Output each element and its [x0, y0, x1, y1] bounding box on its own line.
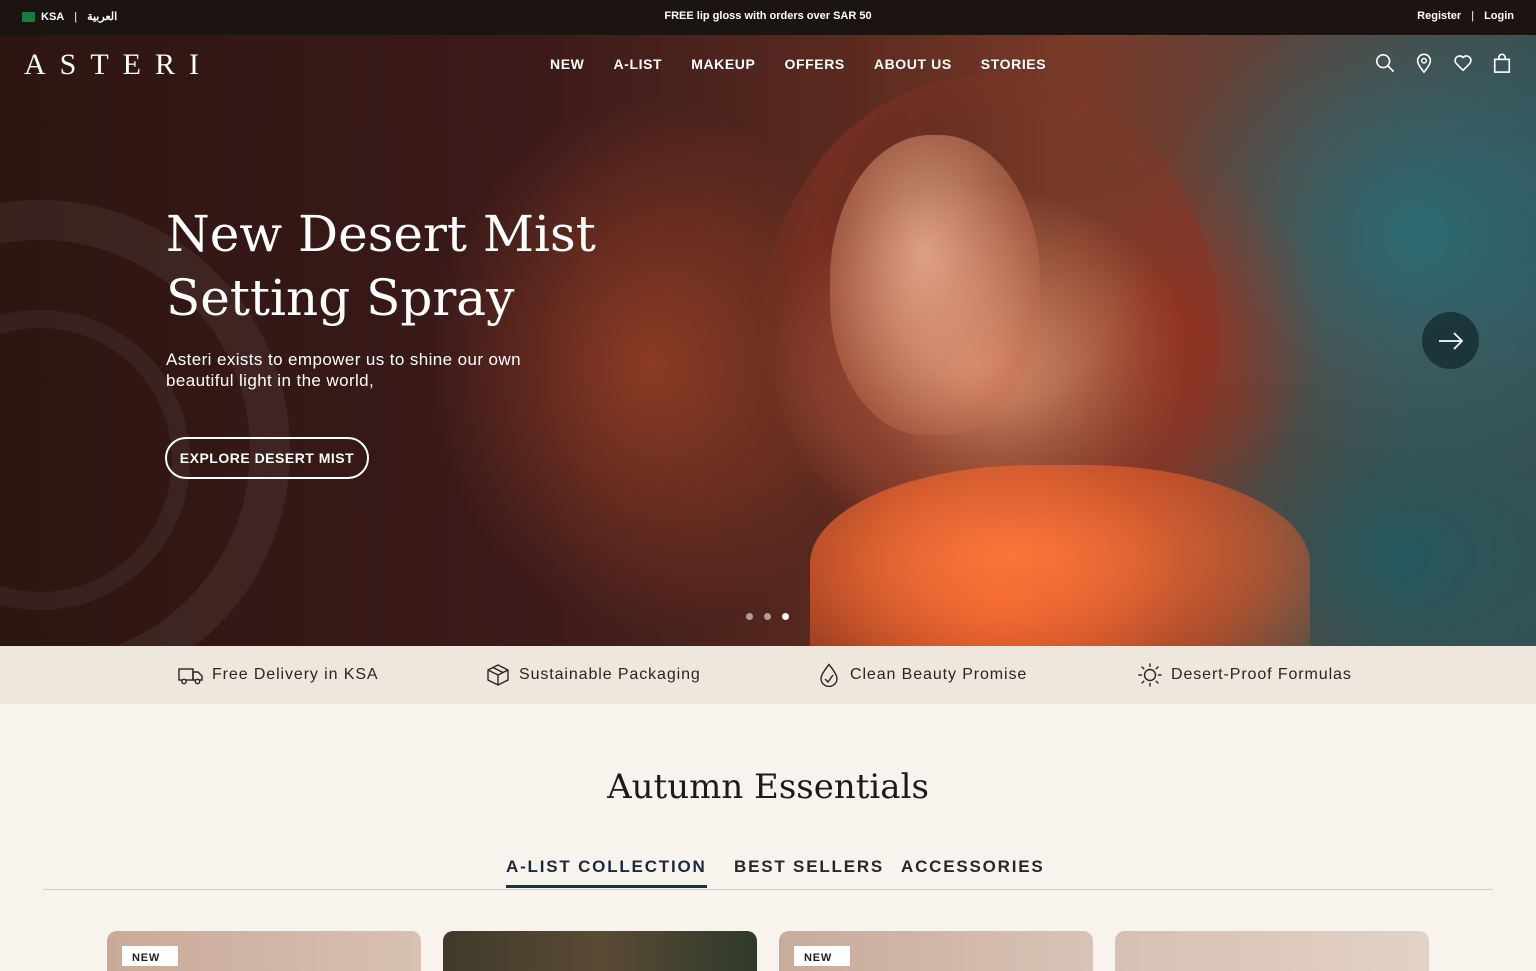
collection-tabs: A-LIST COLLECTION BEST SELLERS ACCESSORI…	[43, 855, 1493, 890]
search-icon[interactable]	[1375, 52, 1395, 74]
brand-logo[interactable]: ASTERI	[24, 48, 213, 82]
delivery-truck-icon	[178, 668, 203, 685]
product-card[interactable]: NEW	[779, 931, 1093, 971]
main-nav: NEW A-LIST MAKEUP OFFERS ABOUT US STORIE…	[550, 56, 1046, 72]
carousel-dot-3[interactable]	[782, 613, 789, 620]
feature-label: Clean Beauty Promise	[850, 666, 1028, 683]
header-actions	[1375, 52, 1512, 74]
feature-label: Desert-Proof Formulas	[1171, 666, 1352, 683]
nav-item-new[interactable]: NEW	[550, 56, 584, 72]
nav-item-about-us[interactable]: ABOUT US	[874, 56, 952, 72]
hero-image-dress	[810, 465, 1310, 646]
feature-label: Sustainable Packaging	[519, 666, 701, 683]
tab-accessories[interactable]: ACCESSORIES	[901, 857, 1045, 885]
feature-clean-beauty: Clean Beauty Promise	[816, 663, 1027, 687]
location-pin-icon[interactable]	[1414, 52, 1434, 74]
carousel-next-button[interactable]	[1422, 312, 1479, 369]
hero-title: New Desert Mist Setting Spray	[166, 205, 596, 327]
package-box-icon	[487, 664, 509, 686]
account-links: Register | Login	[1417, 10, 1514, 22]
nav-item-a-list[interactable]: A-LIST	[613, 56, 662, 72]
explore-desert-mist-button[interactable]: EXPLORE DESERT MIST	[165, 437, 369, 479]
feature-sustainable-packaging: Sustainable Packaging	[485, 663, 701, 687]
carousel-dot-2[interactable]	[764, 613, 771, 620]
section-title: Autumn Essentials	[607, 767, 929, 807]
product-card[interactable]	[1115, 931, 1429, 971]
sun-icon	[1138, 663, 1162, 687]
nav-item-makeup[interactable]: MAKEUP	[691, 56, 755, 72]
carousel-dots	[746, 613, 789, 620]
product-card[interactable]: NEW	[107, 931, 421, 971]
hero-image-face	[830, 135, 1040, 435]
water-drop-icon	[820, 663, 838, 687]
tab-a-list-collection[interactable]: A-LIST COLLECTION	[506, 857, 707, 888]
new-badge: NEW	[122, 946, 178, 966]
feature-desert-proof: Desert-Proof Formulas	[1137, 663, 1352, 687]
arrow-right-icon	[1438, 331, 1463, 350]
product-grid: NEW NEW	[0, 931, 1536, 971]
hero-banner	[0, 35, 1536, 646]
heart-icon[interactable]	[1453, 52, 1473, 74]
login-link[interactable]: Login	[1484, 10, 1514, 22]
tab-best-sellers[interactable]: BEST SELLERS	[734, 857, 884, 885]
register-link[interactable]: Register	[1417, 10, 1461, 22]
hero-subtitle: Asteri exists to empower us to shine our…	[166, 350, 521, 390]
separator: |	[1471, 10, 1475, 22]
announcement-bar: KSA | العربية FREE lip gloss with orders…	[0, 0, 1536, 35]
promo-message: FREE lip gloss with orders over SAR 50	[664, 10, 872, 22]
product-card[interactable]	[443, 931, 757, 971]
nav-item-offers[interactable]: OFFERS	[784, 56, 844, 72]
nav-item-stories[interactable]: STORIES	[981, 56, 1046, 72]
shopping-bag-icon[interactable]	[1492, 52, 1512, 74]
new-badge: NEW	[794, 946, 850, 966]
feature-label: Free Delivery in KSA	[212, 666, 379, 683]
feature-free-delivery: Free Delivery in KSA	[178, 663, 379, 687]
carousel-dot-1[interactable]	[746, 613, 753, 620]
features-strip: Free Delivery in KSA Sustainable Packagi…	[0, 646, 1536, 704]
